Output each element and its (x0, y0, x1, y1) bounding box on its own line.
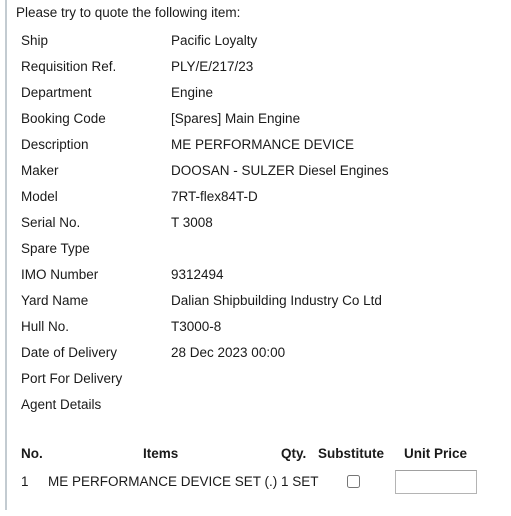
detail-row: Yard Name Dalian Shipbuilding Industry Co… (0, 288, 511, 314)
detail-label: Port For Delivery (21, 371, 123, 386)
detail-row: Ship Pacific Loyalty (0, 28, 511, 54)
detail-row: Description ME PERFORMANCE DEVICE (0, 132, 511, 158)
detail-value: Engine (171, 85, 214, 100)
detail-value: T 3008 (171, 215, 213, 230)
detail-row: Hull No. T3000-8 (0, 314, 511, 340)
detail-label: Booking Code (21, 111, 106, 126)
detail-label: IMO Number (21, 267, 99, 282)
items-table: No. Items Qty. Substitute Unit Price 1 ME… (0, 440, 511, 496)
column-header-items: Items (143, 446, 179, 461)
unit-price-input[interactable] (395, 470, 477, 494)
detail-value: 9312494 (171, 267, 224, 282)
detail-value: [Spares] Main Engine (171, 111, 301, 126)
detail-row: Spare Type (0, 236, 511, 262)
detail-label: Description (21, 137, 89, 152)
detail-value: Pacific Loyalty (171, 33, 258, 48)
quote-request-message: Please try to quote the following item: … (0, 0, 511, 516)
detail-label: Maker (21, 163, 59, 178)
column-header-unit-price: Unit Price (404, 446, 468, 461)
detail-value: T3000-8 (171, 319, 222, 334)
table-header-row: No. Items Qty. Substitute Unit Price (0, 440, 511, 468)
detail-row: Booking Code [Spares] Main Engine (0, 106, 511, 132)
detail-row: Model 7RT-flex84T-D (0, 184, 511, 210)
detail-label: Serial No. (21, 215, 81, 230)
substitute-checkbox[interactable] (347, 475, 360, 488)
detail-row: Department Engine (0, 80, 511, 106)
column-header-qty: Qty. (281, 446, 307, 461)
detail-row: Requisition Ref. PLY/E/217/23 (0, 54, 511, 80)
detail-label: Requisition Ref. (21, 59, 117, 74)
detail-label: Department (21, 85, 92, 100)
detail-label: Ship (21, 33, 49, 48)
detail-label: Spare Type (21, 241, 90, 256)
detail-row: Date of Delivery 28 Dec 2023 00:00 (0, 340, 511, 366)
cell-no: 1 (21, 474, 29, 489)
table-row: 1 ME PERFORMANCE DEVICE SET (.) 1 SET (0, 468, 511, 496)
detail-value: 7RT-flex84T-D (171, 189, 258, 204)
detail-label: Yard Name (21, 293, 89, 308)
detail-label: Date of Delivery (21, 345, 118, 360)
cell-item-description: ME PERFORMANCE DEVICE SET (.) (48, 474, 278, 489)
detail-row: Agent Details (0, 392, 511, 418)
detail-row: Port For Delivery (0, 366, 511, 392)
detail-value: 28 Dec 2023 00:00 (171, 345, 286, 360)
detail-row: Maker DOOSAN - SULZER Diesel Engines (0, 158, 511, 184)
item-details-list: Ship Pacific Loyalty Requisition Ref. PLY/E… (0, 28, 511, 418)
detail-label: Model (21, 189, 58, 204)
detail-row: IMO Number 9312494 (0, 262, 511, 288)
table-body: 1 ME PERFORMANCE DEVICE SET (.) 1 SET (0, 468, 511, 496)
detail-value: DOOSAN - SULZER Diesel Engines (171, 163, 389, 178)
detail-value: ME PERFORMANCE DEVICE (171, 137, 355, 152)
detail-row: Serial No. T 3008 (0, 210, 511, 236)
detail-value: Dalian Shipbuilding Industry Co Ltd (171, 293, 382, 308)
cell-qty: 1 SET (281, 474, 319, 489)
detail-value: PLY/E/217/23 (171, 59, 254, 74)
detail-label: Agent Details (21, 397, 102, 412)
detail-label: Hull No. (21, 319, 70, 334)
column-header-substitute: Substitute (318, 446, 384, 461)
column-header-no: No. (21, 446, 43, 461)
intro-text: Please try to quote the following item: (16, 5, 241, 20)
